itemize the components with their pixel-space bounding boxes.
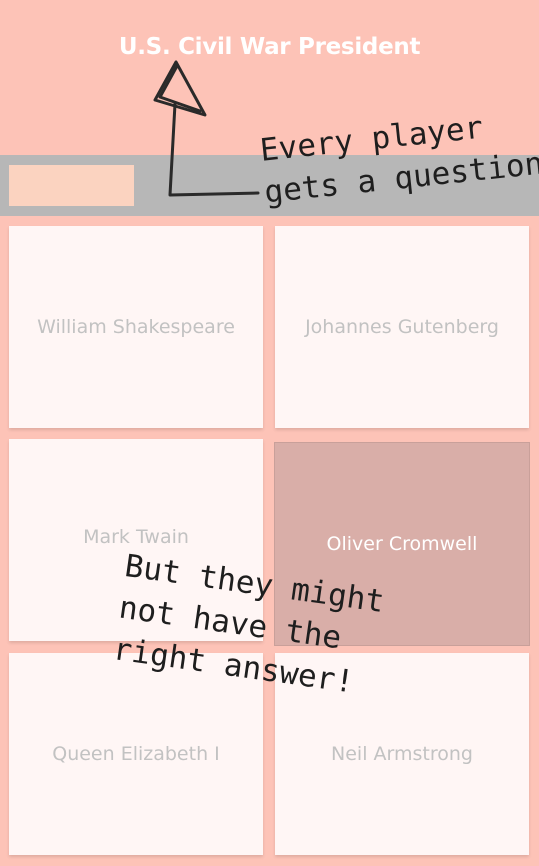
answer-label: Mark Twain	[83, 526, 189, 548]
answer-label: William Shakespeare	[37, 316, 235, 338]
answer-label: Queen Elizabeth I	[52, 743, 220, 765]
timer-bar	[0, 155, 539, 216]
question-header: U.S. Civil War President	[0, 0, 539, 155]
answer-card[interactable]: Mark Twain	[9, 439, 263, 641]
answer-card-selected[interactable]: Oliver Cromwell	[274, 442, 530, 646]
answer-label: Oliver Cromwell	[326, 533, 478, 555]
timer-fill	[9, 165, 134, 206]
answer-card[interactable]: William Shakespeare	[9, 226, 263, 428]
question-title: U.S. Civil War President	[118, 34, 421, 60]
answer-card[interactable]: Neil Armstrong	[275, 653, 529, 855]
answer-label: Johannes Gutenberg	[305, 316, 499, 338]
answer-card[interactable]: Queen Elizabeth I	[9, 653, 263, 855]
answer-card[interactable]: Johannes Gutenberg	[275, 226, 529, 428]
answer-grid: William Shakespeare Johannes Gutenberg M…	[0, 216, 539, 866]
answer-label: Neil Armstrong	[331, 743, 473, 765]
